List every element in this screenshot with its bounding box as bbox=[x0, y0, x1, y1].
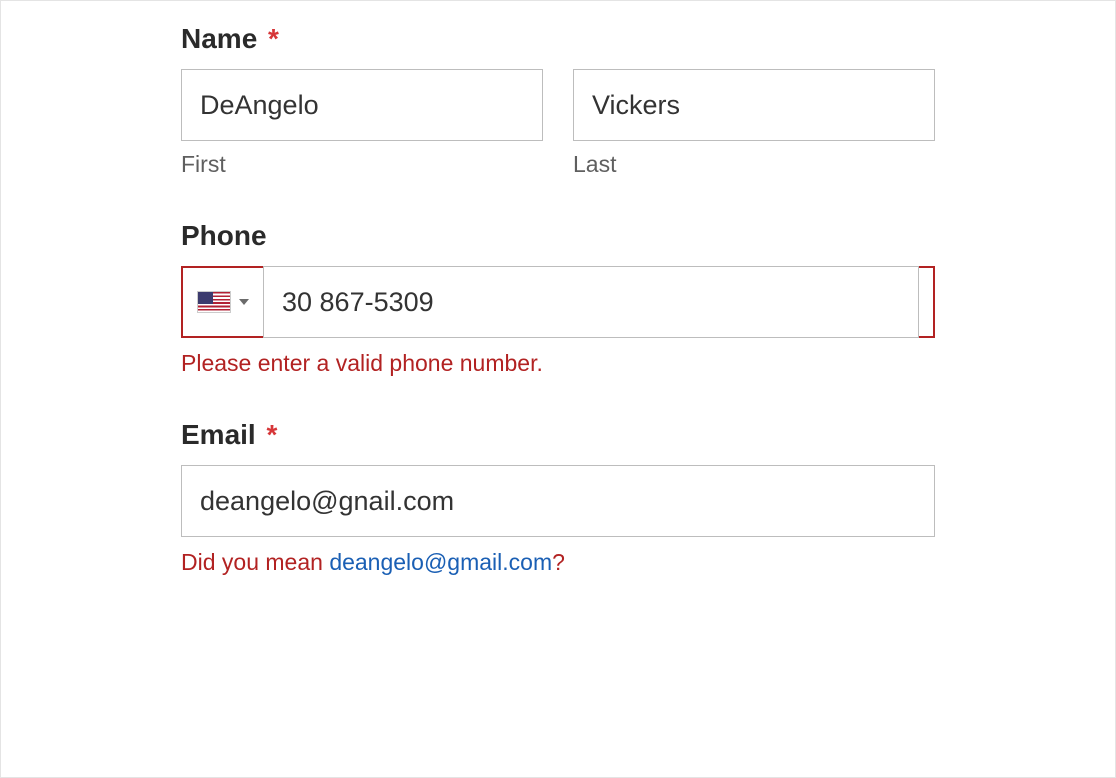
chevron-down-icon bbox=[239, 299, 249, 305]
last-name-sublabel: Last bbox=[573, 151, 935, 178]
email-field-group: Email * Did you mean deangelo@gmail.com? bbox=[181, 419, 935, 576]
first-name-sublabel: First bbox=[181, 151, 543, 178]
required-mark: * bbox=[266, 419, 277, 450]
email-suggestion: Did you mean deangelo@gmail.com? bbox=[181, 549, 935, 576]
phone-input-wrapper bbox=[181, 266, 935, 338]
last-name-input[interactable] bbox=[573, 69, 935, 141]
email-label-text: Email bbox=[181, 419, 256, 450]
email-suggestion-suffix: ? bbox=[552, 549, 565, 575]
email-suggestion-prefix: Did you mean bbox=[181, 549, 329, 575]
name-label: Name * bbox=[181, 23, 935, 55]
country-code-selector[interactable] bbox=[197, 291, 249, 313]
name-label-text: Name bbox=[181, 23, 257, 54]
email-input[interactable] bbox=[181, 465, 935, 537]
phone-input[interactable] bbox=[263, 266, 919, 338]
phone-error-message: Please enter a valid phone number. bbox=[181, 350, 935, 377]
us-flag-icon bbox=[197, 291, 231, 313]
phone-label-text: Phone bbox=[181, 220, 267, 251]
email-suggestion-link[interactable]: deangelo@gmail.com bbox=[329, 549, 552, 575]
email-label: Email * bbox=[181, 419, 935, 451]
phone-field-group: Phone Please enter a valid phone number. bbox=[181, 220, 935, 377]
required-mark: * bbox=[268, 23, 279, 54]
name-field-group: Name * First Last bbox=[181, 23, 935, 178]
first-name-input[interactable] bbox=[181, 69, 543, 141]
phone-label: Phone bbox=[181, 220, 935, 252]
